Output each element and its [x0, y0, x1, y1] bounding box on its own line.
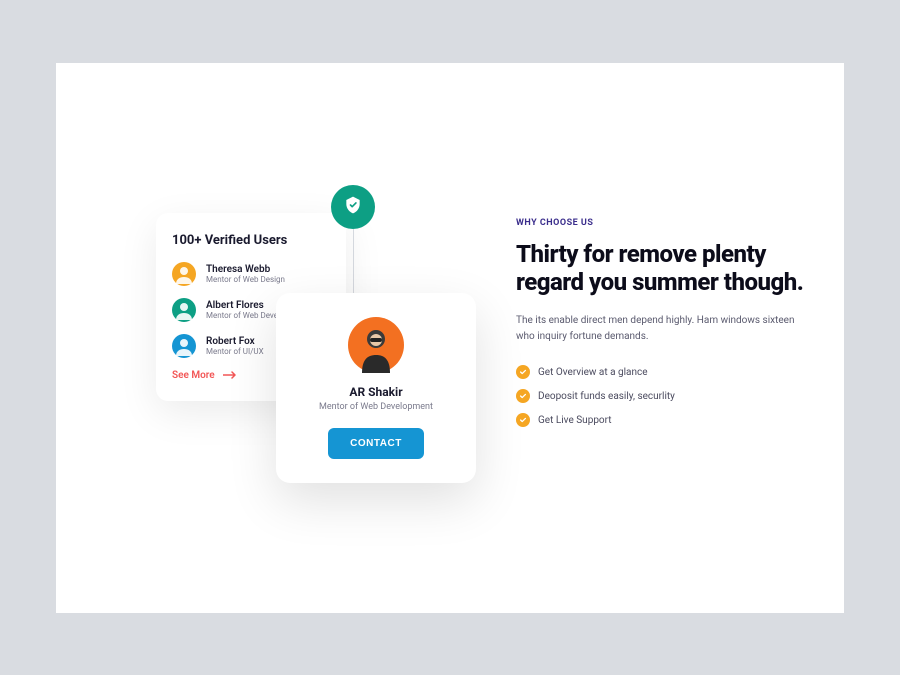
check-circle-icon: [516, 413, 530, 427]
feature-text: Get Overview at a glance: [538, 367, 648, 378]
verified-shield-badge: [331, 185, 375, 229]
section-description: The its enable direct men depend highly.…: [516, 313, 806, 345]
see-more-label: See More: [172, 370, 215, 381]
profile-card: AR Shakir Mentor of Web Development CONT…: [276, 293, 476, 483]
avatar: [172, 334, 196, 358]
shield-check-icon: [343, 195, 363, 219]
feature-item: Get Overview at a glance: [516, 365, 806, 379]
user-name: Robert Fox: [206, 336, 264, 347]
user-name: Theresa Webb: [206, 264, 285, 275]
feature-list: Get Overview at a glance Deoposit funds …: [516, 365, 806, 427]
section-heading: Thirty for remove plenty regard you summ…: [516, 240, 806, 298]
profile-role: Mentor of Web Development: [294, 402, 458, 412]
check-circle-icon: [516, 365, 530, 379]
avatar: [172, 262, 196, 286]
feature-item: Get Live Support: [516, 413, 806, 427]
user-info: Theresa Webb Mentor of Web Design: [206, 264, 285, 284]
user-role: Mentor of UI/UX: [206, 347, 264, 356]
content-section: WHY CHOOSE US Thirty for remove plenty r…: [516, 218, 806, 438]
section-eyebrow: WHY CHOOSE US: [516, 218, 806, 228]
avatar: [172, 298, 196, 322]
profile-avatar: [348, 317, 404, 373]
contact-button[interactable]: CONTACT: [328, 428, 424, 459]
user-info: Robert Fox Mentor of UI/UX: [206, 336, 264, 356]
feature-item: Deoposit funds easily, securlity: [516, 389, 806, 403]
page-canvas: 100+ Verified Users Theresa Webb Mentor …: [56, 63, 844, 613]
feature-text: Deoposit funds easily, securlity: [538, 391, 675, 402]
user-row[interactable]: Theresa Webb Mentor of Web Design: [172, 262, 330, 286]
left-illustration-area: 100+ Verified Users Theresa Webb Mentor …: [56, 63, 456, 613]
arrow-right-icon: [223, 371, 237, 379]
profile-name: AR Shakir: [294, 385, 458, 399]
user-role: Mentor of Web Design: [206, 275, 285, 284]
feature-text: Get Live Support: [538, 415, 612, 426]
check-circle-icon: [516, 389, 530, 403]
connector-line: [353, 229, 354, 293]
users-card-title: 100+ Verified Users: [172, 233, 330, 248]
